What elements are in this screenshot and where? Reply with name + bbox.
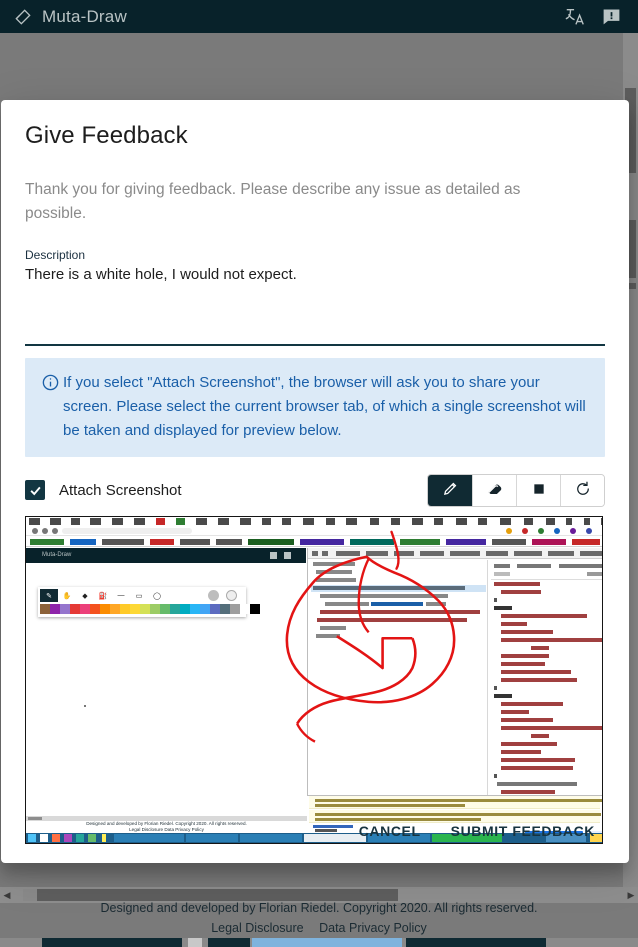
os-taskbar-strip [0, 938, 638, 947]
preview-canvas-dot [84, 705, 86, 707]
description-field[interactable]: There is a white hole, I would not expec… [25, 266, 605, 346]
preview-color-swatch [60, 604, 70, 614]
preview-fill-icon: ⛽ [98, 592, 108, 600]
preview-color-swatch [50, 604, 60, 614]
preview-color-swatch [170, 604, 180, 614]
preview-color-swatch [70, 604, 80, 614]
preview-line-icon: — [117, 592, 125, 599]
preview-browser-urlbar [26, 526, 602, 536]
preview-color-swatch [160, 604, 170, 614]
preview-eraser-icon: ◆ [82, 592, 88, 600]
preview-color-swatch [40, 604, 50, 614]
undo-rotate-icon [574, 480, 592, 501]
preview-color-swatch [100, 604, 110, 614]
preview-inner-canvas: ✎ ✋ ◆ ⛽ — ▭ ◯ [26, 563, 306, 810]
cancel-button[interactable]: CANCEL [347, 813, 433, 849]
preview-inner-toolpanel: ✎ ✋ ◆ ⛽ — ▭ ◯ [38, 587, 260, 617]
preview-devtools-tabs [308, 548, 602, 559]
preview-console-warning [309, 796, 602, 809]
preview-color-swatch [180, 604, 190, 614]
description-value[interactable]: There is a white hole, I would not expec… [25, 266, 605, 283]
preview-bookmarks-bar [26, 537, 602, 547]
eraser-tool-button[interactable] [472, 474, 516, 506]
preview-inner-app-header: Muta-Draw [26, 548, 306, 563]
dialog-title: Give Feedback [25, 122, 188, 149]
preview-color-swatch [90, 604, 100, 614]
info-banner: If you select "Attach Screenshot", the b… [25, 358, 605, 457]
dialog-actions: CANCEL SUBMIT FEEDBACK [347, 813, 607, 849]
footer-links: Legal Disclosure Data Privacy Policy [0, 919, 638, 938]
preview-color-swatch [200, 604, 210, 614]
preview-color-swatch [230, 604, 240, 614]
give-feedback-dialog: Give Feedback Thank you for giving feedb… [1, 100, 629, 863]
preview-color-swatch [220, 604, 230, 614]
preview-hand-icon: ✋ [62, 592, 72, 600]
app-title: Muta-Draw [42, 6, 127, 26]
submit-feedback-button[interactable]: SUBMIT FEEDBACK [439, 813, 607, 849]
preview-color-swatch [110, 604, 120, 614]
dialog-intro-text: Thank you for giving feedback. Please de… [25, 181, 521, 222]
site-footer: Designed and developed by Florian Riedel… [0, 899, 638, 938]
pencil-icon [442, 480, 459, 500]
screenshot-preview[interactable]: Muta-Draw ✎ ✋ ◆ ⛽ — ▭ ◯ Designed and dev… [25, 516, 603, 844]
preview-color-swatch [80, 604, 90, 614]
preview-color-swatch [190, 604, 200, 614]
preview-color-swatch [150, 604, 160, 614]
eraser-icon [485, 479, 504, 501]
preview-color-swatch [240, 604, 250, 614]
preview-devtools-elements-panel [308, 560, 486, 795]
preview-color-swatch [210, 604, 220, 614]
legal-disclosure-link[interactable]: Legal Disclosure [211, 921, 303, 935]
diamond-pen-icon [12, 6, 34, 28]
preview-color-swatch [130, 604, 140, 614]
preview-color-swatch [120, 604, 130, 614]
feedback-icon[interactable] [596, 3, 626, 31]
app-header: Muta-Draw [0, 0, 638, 33]
preview-browser-tabbar [26, 517, 602, 526]
screen: Muta-Draw Give Feedback Thank you for gi… [0, 0, 638, 947]
reset-tool-button[interactable] [560, 474, 604, 506]
preview-color-swatch [250, 604, 260, 614]
translate-icon[interactable] [560, 3, 590, 31]
info-circle-icon [37, 371, 63, 443]
square-icon [532, 482, 546, 499]
preview-circle-icon: ◯ [153, 592, 161, 600]
preview-inner-tools: ✎ ✋ ◆ ⛽ — ▭ ◯ [40, 589, 166, 602]
description-label: Description [25, 248, 86, 262]
attach-screenshot-row: Attach Screenshot [25, 473, 605, 507]
info-banner-text: If you select "Attach Screenshot", the b… [63, 374, 586, 439]
preview-rect-icon: ▭ [135, 592, 143, 600]
preview-devtools [307, 548, 602, 795]
preview-color-swatch [140, 604, 150, 614]
copyright-text: Designed and developed by Florian Riedel… [100, 901, 538, 915]
attach-screenshot-checkbox[interactable] [25, 480, 45, 500]
preview-inner-app-title: Muta-Draw [42, 552, 72, 558]
preview-inner-footer: Designed and developed by Florian Riedel… [26, 821, 307, 833]
attach-screenshot-label: Attach Screenshot [59, 481, 182, 499]
preview-brush-dot [208, 590, 219, 601]
rectangle-tool-button[interactable] [516, 474, 560, 506]
data-privacy-link[interactable]: Data Privacy Policy [319, 921, 427, 935]
annotation-toolbar [427, 473, 605, 507]
description-underline [25, 344, 605, 346]
preview-devtools-styles-panel [487, 560, 602, 795]
preview-brush-outline [226, 590, 237, 601]
pencil-tool-button[interactable] [428, 474, 472, 506]
preview-pencil-icon: ✎ [40, 589, 58, 602]
preview-color-palette [40, 604, 260, 614]
